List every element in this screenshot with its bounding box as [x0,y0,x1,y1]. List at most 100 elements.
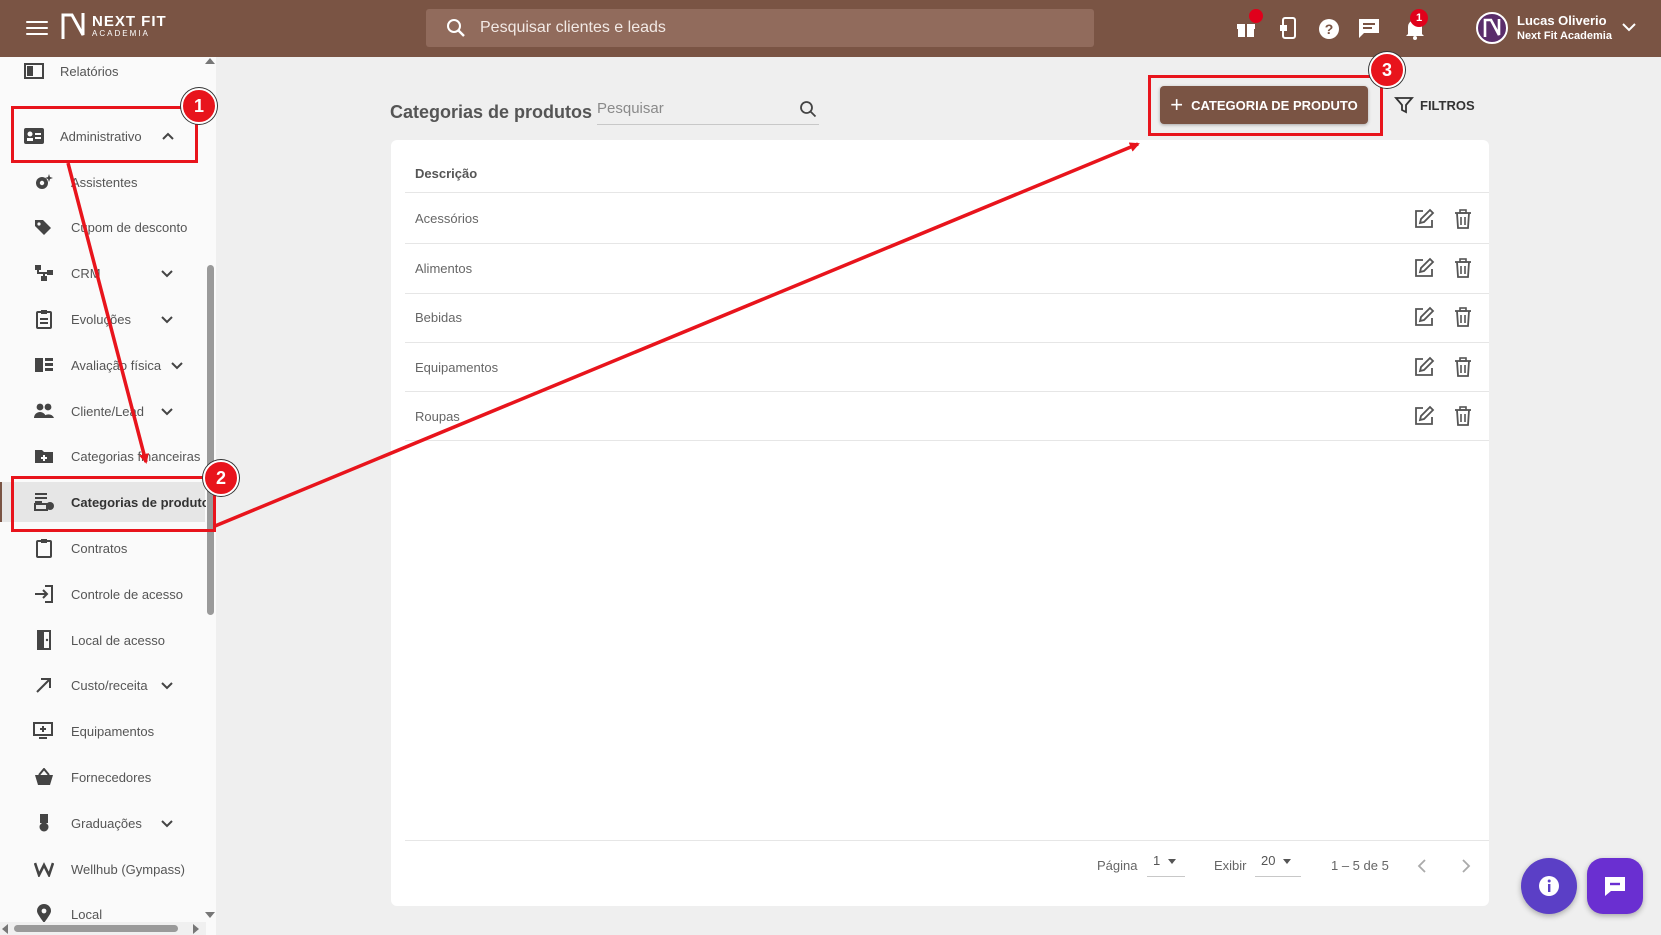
column-header-descricao[interactable]: Descrição [415,166,477,181]
caret-down-icon [1283,859,1292,865]
table-row[interactable]: Equipamentos [415,360,498,375]
menu-icon[interactable] [26,17,48,39]
edit-icon[interactable] [1413,405,1435,427]
table-row[interactable]: Alimentos [415,261,472,276]
sidebar-item-graduacoes[interactable]: Graduações [0,803,205,843]
chevron-right-icon[interactable] [1457,858,1473,874]
search-icon[interactable] [799,100,817,118]
sidebar-item-categorias-financeiras[interactable]: Categorias financeiras [0,436,205,476]
sidebar-item-custo-receita[interactable]: Custo/receita [0,665,205,705]
page-size-select[interactable]: 20 [1255,853,1301,877]
sidebar-item-contratos[interactable]: Contratos [0,528,205,568]
filter-button[interactable]: FILTROS [1394,94,1475,116]
svg-text:?: ? [1325,21,1334,37]
sidebar-item-crm[interactable]: CRM [0,253,205,293]
sidebar-item-label: Fornecedores [71,769,152,785]
sidebar-item-controle-acesso[interactable]: Controle de acesso [0,574,205,614]
chat-bubble-icon [1605,877,1625,896]
help-icon[interactable]: ? [1316,16,1342,42]
categories-table-card: Descrição Acessórios Alimentos Bebidas E… [391,140,1489,906]
chevron-down-icon[interactable] [1620,18,1638,36]
active-indicator [0,482,2,522]
table-row[interactable]: Bebidas [415,310,462,325]
search-placeholder: Pesquisar [597,100,664,117]
trash-icon[interactable] [1452,356,1474,378]
scroll-left-icon[interactable] [2,924,8,934]
chat-icon[interactable] [1356,15,1382,41]
sidebar-item-wellhub[interactable]: Wellhub (Gympass) [0,849,205,889]
sidebar-item-cliente-lead[interactable]: Cliente/Lead [0,391,205,431]
sidebar-scrollbar-thumb[interactable] [207,265,214,615]
logo-line1: NEXT FIT [92,13,167,30]
list-icon [33,354,55,376]
edit-icon[interactable] [1413,306,1435,328]
page-size-value: 20 [1261,853,1276,868]
sidebar-item-label: Local [71,906,103,922]
sidebar-item-label: Categorias financeiras [71,448,201,464]
users-icon [33,400,55,422]
search-input[interactable]: Pesquisar [597,94,819,125]
page-select[interactable]: 1 [1147,853,1185,877]
scroll-down-icon[interactable] [205,912,215,918]
edit-icon[interactable] [1413,356,1435,378]
wellhub-icon [33,858,55,880]
chevron-down-icon [161,408,173,416]
top-bar: NEXT FIT ACADEMIA Pesquisar clientes e l… [0,0,1661,57]
sidebar-item-relatorios[interactable]: Relatórios [0,57,205,91]
info-button[interactable] [1521,858,1577,914]
divider [405,391,1489,392]
sidebar-item-label: Graduações [71,815,142,831]
chevron-down-icon [161,316,173,324]
global-search-placeholder: Pesquisar clientes e leads [480,19,666,36]
sidebar-item-assistentes[interactable]: Assistentes [0,162,205,202]
sidebar-item-label: Assistentes [71,174,138,190]
scroll-up-icon[interactable] [205,58,215,64]
page-value: 1 [1153,853,1161,868]
chevron-left-icon[interactable] [1415,858,1431,874]
trash-icon[interactable] [1452,208,1474,230]
sidebar-item-cupom[interactable]: Cupom de desconto [0,207,205,247]
sidebar-hscrollbar-thumb[interactable] [14,925,178,932]
sidebar-item-label: Local de acesso [71,632,165,648]
edit-icon[interactable] [1413,257,1435,279]
annotation-badge-2: 2 [203,460,239,496]
report-icon [23,60,45,82]
sidebar-item-equipamentos[interactable]: Equipamentos [0,711,205,751]
sidebar-item-label: Controle de acesso [71,586,184,602]
sidebar-item-label: Contratos [71,540,128,556]
trash-icon[interactable] [1452,257,1474,279]
notification-badge: 1 [1410,9,1428,27]
pagination-range: 1 – 5 de 5 [1331,858,1389,873]
global-search-input[interactable]: Pesquisar clientes e leads [426,9,1094,47]
edit-icon[interactable] [1413,208,1435,230]
table-row[interactable]: Roupas [415,409,460,424]
monitor-plus-icon [33,720,55,742]
phone-lock-icon[interactable] [1276,15,1302,41]
filter-icon [1394,97,1414,114]
annotation-box-1 [11,106,198,163]
sidebar-item-label: Avaliação física [71,357,162,373]
sidebar-item-label: Relatórios [60,63,119,79]
info-icon [1539,876,1559,896]
sidebar-item-fornecedores[interactable]: Fornecedores [0,757,205,797]
scroll-right-icon[interactable] [193,924,199,934]
annotation-badge-3: 3 [1369,52,1405,88]
search-icon [447,19,465,37]
chat-support-button[interactable] [1587,858,1643,914]
logo-text: NEXT FIT ACADEMIA [92,14,167,38]
divider [405,342,1489,343]
sidebar-item-local-acesso[interactable]: Local de acesso [0,620,205,660]
login-icon [33,583,55,605]
trash-icon[interactable] [1452,306,1474,328]
page-title: Categorias de produtos [390,102,593,122]
annotation-box-3 [1148,75,1383,136]
logo[interactable]: NEXT FIT ACADEMIA [60,11,167,41]
user-name[interactable]: Lucas Oliverio [1517,13,1607,28]
trash-icon[interactable] [1452,405,1474,427]
table-row[interactable]: Acessórios [415,211,479,226]
folder-plus-icon [33,445,55,467]
chevron-down-icon [171,362,183,370]
sidebar-item-evolucoes[interactable]: Evoluções [0,299,205,339]
avatar[interactable] [1476,12,1508,44]
sidebar-item-avaliacao[interactable]: Avaliação física [0,345,205,385]
